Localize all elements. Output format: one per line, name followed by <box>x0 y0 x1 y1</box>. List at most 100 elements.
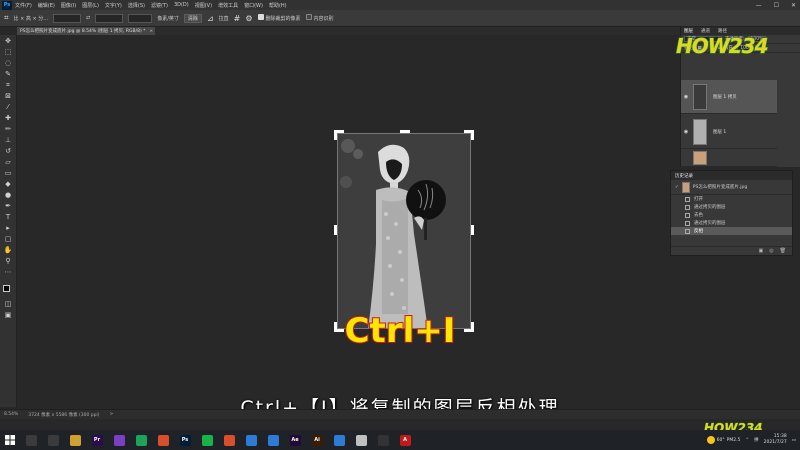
crop-handle-top[interactable] <box>400 130 410 133</box>
minimize-icon[interactable]: — <box>756 2 762 9</box>
history-panel-title[interactable]: 历史记录 <box>671 171 792 180</box>
type-tool-icon[interactable]: T <box>3 213 13 221</box>
menu-view[interactable]: 视图(V) <box>195 2 212 9</box>
gear-icon[interactable]: ⚙ <box>245 14 252 23</box>
crop-handle-top-left[interactable] <box>334 130 344 140</box>
clear-button[interactable]: 清除 <box>183 13 202 23</box>
taskbar-app-icon[interactable]: Ps <box>179 434 191 446</box>
move-tool-icon[interactable]: ✥ <box>3 37 13 45</box>
crop-handle-left[interactable] <box>334 225 337 235</box>
taskbar-app-icon[interactable]: Ae <box>289 434 301 446</box>
taskbar-app-icon[interactable] <box>135 434 147 446</box>
eyedropper-tool-icon[interactable]: ⁄ <box>3 103 13 111</box>
taskbar-app-icon[interactable] <box>25 434 37 446</box>
brush-tool-icon[interactable]: ✏ <box>3 125 13 133</box>
history-step[interactable]: 打开 <box>671 195 792 203</box>
history-step-active[interactable]: 反相 <box>671 227 792 235</box>
taskbar-app-icon[interactable] <box>223 434 235 446</box>
visibility-eye-icon[interactable]: ◉ <box>681 94 691 100</box>
history-brush-source-icon[interactable]: ✓ <box>675 185 679 190</box>
history-brush-tool-icon[interactable]: ↺ <box>3 147 13 155</box>
taskbar-app-icon[interactable] <box>377 434 389 446</box>
status-more-arrow[interactable]: > <box>110 412 114 417</box>
zoom-level[interactable]: 8.54% <box>4 412 18 417</box>
resolution-unit-select[interactable]: 像素/英寸 <box>157 15 179 22</box>
menu-edit[interactable]: 编辑(E) <box>38 2 55 9</box>
taskbar-app-icon[interactable] <box>113 434 125 446</box>
color-swatches[interactable] <box>3 285 13 295</box>
layer-name[interactable]: 图层 1 <box>713 129 726 135</box>
maximize-icon[interactable]: ☐ <box>774 2 779 9</box>
weather-widget[interactable]: 60° PM2.5 <box>706 436 740 444</box>
close-icon[interactable]: ✕ <box>791 2 796 9</box>
quick-mask-icon[interactable]: ◫ <box>3 300 13 308</box>
clone-stamp-tool-icon[interactable]: ⊥ <box>3 136 13 144</box>
path-select-tool-icon[interactable]: ▸ <box>3 224 13 232</box>
photoshop-logo-icon[interactable]: Ps <box>2 0 12 10</box>
width-input[interactable] <box>53 13 82 23</box>
dodge-tool-icon[interactable]: ● <box>3 191 13 199</box>
taskbar-app-icon[interactable] <box>333 434 345 446</box>
layer-row[interactable] <box>681 150 777 167</box>
eraser-tool-icon[interactable]: ▱ <box>3 158 13 166</box>
taskbar-app-icon[interactable] <box>157 434 169 446</box>
lasso-tool-icon[interactable]: ◌ <box>3 59 13 67</box>
swap-dimensions-icon[interactable]: ⇄ <box>86 15 90 21</box>
menu-filter[interactable]: 滤镜(T) <box>151 2 168 9</box>
menu-help[interactable]: 帮助(H) <box>269 2 287 9</box>
shape-tool-icon[interactable]: ▢ <box>3 235 13 243</box>
overlay-grid-icon[interactable]: # <box>234 14 241 23</box>
windows-start-button[interactable] <box>0 430 20 450</box>
content-aware-checkbox[interactable]: 内容识别 <box>305 14 334 22</box>
tray-up-arrow-icon[interactable]: ⌃ <box>745 438 749 443</box>
layer-name[interactable]: 图层 1 拷贝 <box>713 94 737 100</box>
frame-tool-icon[interactable]: ⊠ <box>3 92 13 100</box>
menu-3d[interactable]: 3D(D) <box>174 2 189 8</box>
menu-plugins[interactable]: 增效工具 <box>218 2 238 9</box>
clock[interactable]: 15:38 2021/7/27 <box>764 434 787 446</box>
history-step[interactable]: 去色 <box>671 211 792 219</box>
crop-handle-right[interactable] <box>471 225 474 235</box>
close-tab-icon[interactable]: × <box>149 29 153 34</box>
taskbar-app-icon[interactable] <box>69 434 81 446</box>
crop-ratio-select[interactable]: 比 × 高 × 分... <box>14 15 49 22</box>
menu-image[interactable]: 图像(I) <box>61 2 76 9</box>
crop-tool-icon[interactable]: ⌗ <box>4 13 9 23</box>
camera-icon[interactable]: ◎ <box>769 248 773 254</box>
new-document-icon[interactable]: ▣ <box>759 248 764 254</box>
height-input[interactable] <box>95 13 124 23</box>
negative-photo[interactable] <box>337 133 471 329</box>
notification-icon[interactable]: ▭ <box>792 438 796 443</box>
menu-layer[interactable]: 图层(L) <box>82 2 99 9</box>
layer-row[interactable]: ◉ 图层 1 <box>681 115 777 149</box>
taskbar-app-icon[interactable] <box>267 434 279 446</box>
blur-tool-icon[interactable]: ◆ <box>3 180 13 188</box>
pen-tool-icon[interactable]: ✒ <box>3 202 13 210</box>
gradient-tool-icon[interactable]: ▭ <box>3 169 13 177</box>
input-method-indicator[interactable]: 拼 <box>754 437 759 443</box>
taskbar-app-icon[interactable]: Pr <box>91 434 103 446</box>
delete-cropped-checkbox[interactable]: 删除裁剪的像素 <box>257 14 301 22</box>
healing-brush-tool-icon[interactable]: ✚ <box>3 114 13 122</box>
resolution-input[interactable] <box>128 13 153 23</box>
history-step[interactable]: 通过拷贝的图层 <box>671 219 792 227</box>
taskbar-app-icon[interactable] <box>355 434 367 446</box>
taskbar-app-icon[interactable] <box>201 434 213 446</box>
menu-file[interactable]: 文件(F) <box>15 2 32 9</box>
menu-window[interactable]: 窗口(W) <box>244 2 263 9</box>
visibility-eye-icon[interactable]: ◉ <box>681 129 691 135</box>
taskbar-app-icon[interactable]: A <box>399 434 411 446</box>
menu-select[interactable]: 选择(S) <box>128 2 145 9</box>
straighten-icon[interactable]: ⊿ <box>207 14 214 23</box>
taskbar-app-icon[interactable] <box>47 434 59 446</box>
marquee-tool-icon[interactable]: ⬚ <box>3 48 13 56</box>
crop-tool-icon[interactable]: ⌗ <box>3 81 13 89</box>
trash-icon[interactable]: 🗑︎ <box>780 248 786 254</box>
hand-tool-icon[interactable]: ✋ <box>3 246 13 254</box>
document-tab[interactable]: PS怎么把照片变成底片.jpg @ 8.54% (图层 1 拷贝, RGB/8)… <box>17 27 155 35</box>
taskbar-app-icon[interactable]: Ai <box>311 434 323 446</box>
crop-handle-top-right[interactable] <box>464 130 474 140</box>
layer-row[interactable]: ◉ 图层 1 拷贝 <box>681 80 777 114</box>
menu-type[interactable]: 文字(Y) <box>105 2 122 9</box>
quick-select-tool-icon[interactable]: ✎ <box>3 70 13 78</box>
